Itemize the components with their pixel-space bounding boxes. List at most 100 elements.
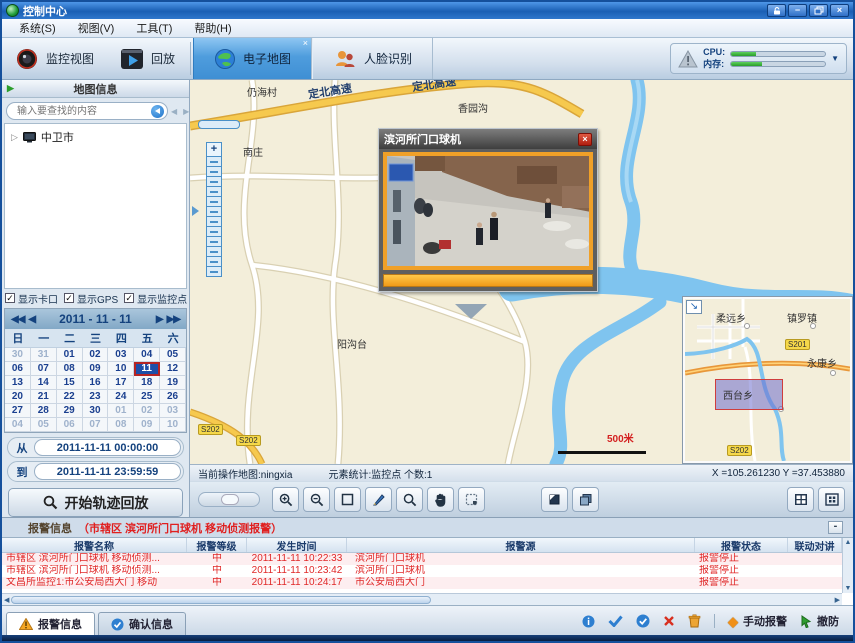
layer-multi-button[interactable] [572,487,599,512]
zoom-out-button[interactable] [303,487,330,512]
sidebar-header[interactable]: ▶ 地图信息 [2,80,189,98]
zoom-slider[interactable] [198,492,260,507]
camera-popup[interactable]: 滨河所门口球机 × [378,128,598,292]
calendar-day[interactable]: 03 [108,348,134,362]
menu-item-1[interactable]: 视图(V) [67,18,126,38]
calendar-day[interactable]: 04 [134,348,160,362]
search-prev-icon[interactable]: ◀ [171,107,180,116]
calendar-day[interactable]: 27 [5,404,31,418]
column-header[interactable]: 联动对讲 [788,538,842,552]
clear-button[interactable] [688,614,701,628]
calendar-day[interactable]: 18 [134,376,160,390]
scroll-down-icon[interactable]: ▼ [845,585,852,592]
info-button[interactable] [582,615,595,628]
calendar-day[interactable]: 08 [108,418,134,432]
calendar-day[interactable]: 19 [160,376,186,390]
column-header[interactable]: 报警名称 [2,538,187,552]
horizontal-scrollbar[interactable]: ◀ ▶ [2,593,842,605]
disarm-button[interactable]: 撤防 [800,613,839,629]
scroll-left-icon[interactable]: ◀ [4,596,9,604]
checkbox-monitor-point[interactable]: ✓ [124,293,134,303]
calendar-day[interactable]: 16 [83,376,109,390]
calendar-day[interactable]: 05 [160,348,186,362]
calendar-day[interactable]: 12 [160,362,186,376]
calendar-day[interactable]: 02 [83,348,109,362]
calendar-day[interactable]: 03 [160,404,186,418]
scrollbar-thumb[interactable] [11,596,431,604]
tree-expander-icon[interactable]: ▷ [11,132,18,143]
popup-progress-bar[interactable] [383,274,593,287]
prev-year-icon[interactable]: ◀◀ [11,314,24,325]
calendar-day[interactable]: 23 [83,390,109,404]
magnifier-button[interactable] [396,487,423,512]
map-pan-slider[interactable] [198,120,240,129]
lock-button[interactable] [767,4,786,17]
pan-left-icon[interactable] [192,206,199,216]
calendar-day[interactable]: 05 [31,418,57,432]
zoom-in-level-button[interactable]: + [206,142,222,157]
confirm-button[interactable] [608,615,623,627]
to-datetime-field[interactable] [34,463,181,480]
calendar-day[interactable]: 30 [83,404,109,418]
popup-close-button[interactable]: × [578,133,592,146]
calendar-day[interactable]: 10 [160,418,186,432]
calendar-day[interactable]: 28 [31,404,57,418]
calendar-day[interactable]: 22 [57,390,83,404]
tab-close-icon[interactable]: × [303,39,308,48]
close-button[interactable]: × [830,4,849,17]
tab-confirm-info[interactable]: 确认信息 [98,612,186,635]
calendar-day[interactable]: 04 [5,418,31,432]
calendar-day[interactable]: 17 [108,376,134,390]
calendar-day[interactable]: 14 [31,376,57,390]
search-go-button[interactable] [151,105,164,118]
table-row[interactable]: 市辖区 滨河所门口球机 移动侦测...中2011-11-11 10:23:42滨… [2,565,842,577]
measure-button[interactable] [365,487,392,512]
calendar-day[interactable]: 31 [31,348,57,362]
calendar-day[interactable]: 06 [5,362,31,376]
next-year-icon[interactable]: ▶▶ [167,314,180,325]
calendar-day[interactable]: 01 [57,348,83,362]
calendar-day[interactable]: 24 [108,390,134,404]
rect-zoom-button[interactable] [334,487,361,512]
scroll-right-icon[interactable]: ▶ [835,596,840,604]
checkbox-gps[interactable]: ✓ [64,293,74,303]
camera-popup-titlebar[interactable]: 滨河所门口球机 × [379,129,597,149]
from-datetime-field[interactable] [34,439,181,456]
confirm-all-button[interactable] [636,614,650,628]
calendar-day[interactable]: 13 [5,376,31,390]
overview-minimap[interactable]: 柔远乡 镇罗镇 永康乡 西台乡 S201 S202 ↘ [683,297,852,463]
calendar-day[interactable]: 07 [31,362,57,376]
tab-face-recognition[interactable]: 人脸识别 [312,38,433,79]
map-canvas[interactable]: 定北高速 定北高速 仍海村 香园沟 南庄 阳沟台 S202 S202 + [190,80,853,464]
layer-single-button[interactable] [541,487,568,512]
calendar-day[interactable]: 10 [108,362,134,376]
calendar-day[interactable]: 20 [5,390,31,404]
calendar-day[interactable]: 21 [31,390,57,404]
minimap-toggle-button[interactable]: ↘ [686,300,702,314]
tab-electronic-map[interactable]: 电子地图 × [193,38,312,79]
calendar-day[interactable]: 26 [160,390,186,404]
zoom-in-button[interactable] [272,487,299,512]
prev-month-icon[interactable]: ◀ [28,314,35,325]
restore-button[interactable] [809,4,828,17]
column-header[interactable]: 发生时间 [247,538,347,552]
scroll-up-icon[interactable]: ▲ [845,539,852,546]
menu-item-3[interactable]: 帮助(H) [183,18,242,38]
split-screen-button[interactable] [787,487,814,512]
calendar-day[interactable]: 01 [108,404,134,418]
calendar-day[interactable]: 06 [57,418,83,432]
column-header[interactable]: 报警状态 [695,538,788,552]
calendar-day[interactable]: 29 [57,404,83,418]
tree-item-zhongwei[interactable]: ▷ 中卫市 [11,129,180,145]
calendar-day[interactable]: 30 [5,348,31,362]
select-region-button[interactable] [458,487,485,512]
chevron-down-icon[interactable]: ▼ [831,54,839,63]
calendar-day[interactable]: 09 [134,418,160,432]
calendar-day[interactable]: 09 [83,362,109,376]
calendar-day[interactable]: 11 [134,362,160,376]
collapse-arrow-icon[interactable]: ▶ [7,83,14,94]
delete-button[interactable] [663,615,675,627]
column-header[interactable]: 报警源 [347,538,695,552]
calendar-day[interactable]: 15 [57,376,83,390]
menu-item-2[interactable]: 工具(T) [125,18,183,38]
